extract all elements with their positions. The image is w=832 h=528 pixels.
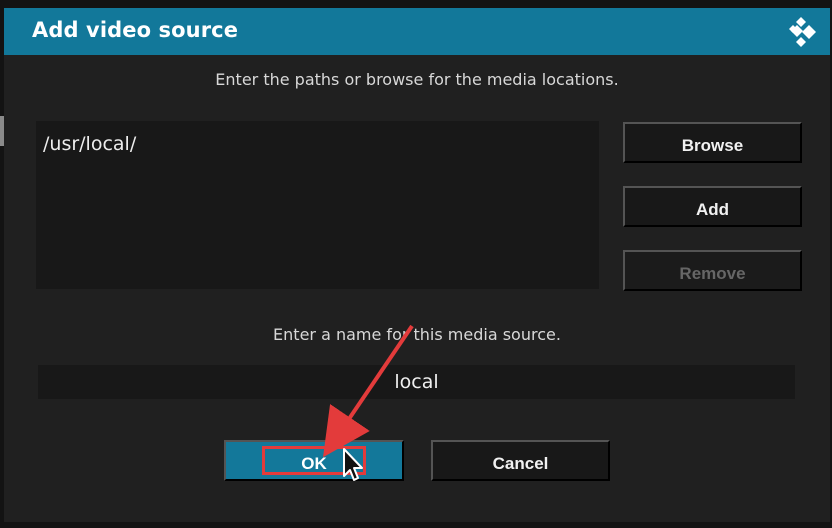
- dialog-titlebar: Add video source: [4, 8, 830, 55]
- name-instruction: Enter a name for this media source.: [273, 325, 561, 344]
- mouse-cursor-icon: [343, 448, 363, 481]
- add-video-source-dialog: Add video source Enter the paths or brow…: [4, 8, 830, 522]
- media-source-name-input[interactable]: local: [38, 365, 795, 399]
- add-button[interactable]: Add: [623, 186, 802, 227]
- cancel-button[interactable]: Cancel: [431, 440, 610, 481]
- media-paths-list[interactable]: /usr/local/: [36, 121, 599, 289]
- kodi-logo-icon: [789, 17, 816, 47]
- screen: Add video source Enter the paths or brow…: [0, 0, 832, 528]
- media-path-item[interactable]: /usr/local/: [43, 133, 136, 155]
- remove-button[interactable]: Remove: [623, 250, 802, 291]
- browse-button[interactable]: Browse: [623, 122, 802, 163]
- ok-button[interactable]: OK: [224, 440, 404, 481]
- paths-instruction: Enter the paths or browse for the media …: [215, 70, 619, 89]
- dialog-title: Add video source: [32, 18, 239, 42]
